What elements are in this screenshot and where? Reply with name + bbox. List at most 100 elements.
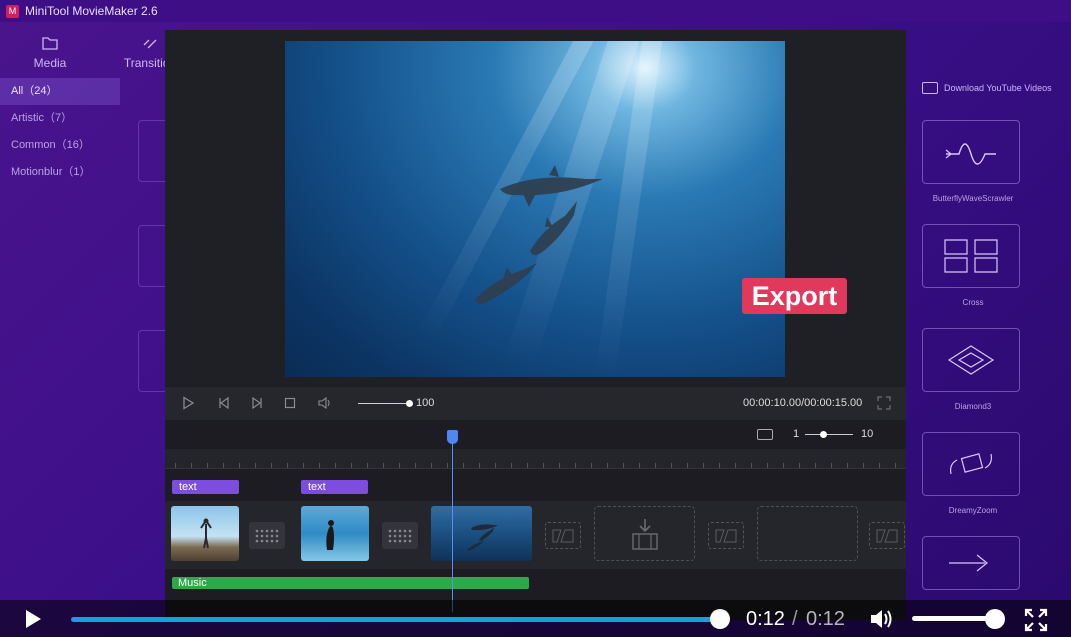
- category-all[interactable]: All（24）: [0, 78, 120, 105]
- stop-icon[interactable]: [283, 396, 297, 410]
- clip-placeholder[interactable]: [594, 506, 695, 561]
- ruler-tick: [703, 463, 704, 468]
- wave-icon: [945, 143, 996, 165]
- ruler-tick: [511, 463, 512, 468]
- ruler-tick: [495, 463, 496, 468]
- fullscreen-icon[interactable]: [877, 396, 891, 410]
- ruler-tick: [655, 463, 656, 468]
- seek-bar[interactable]: [71, 617, 720, 622]
- transition-thumb[interactable]: [138, 330, 168, 392]
- category-common[interactable]: Common（16）: [0, 132, 120, 159]
- ruler-tick: [431, 463, 432, 468]
- ruler-tick: [447, 463, 448, 468]
- next-frame-icon[interactable]: [250, 396, 264, 410]
- transition-card[interactable]: [922, 224, 1020, 288]
- grid-dots-icon: [255, 529, 279, 542]
- zoom-icon: [950, 453, 992, 475]
- ruler-tick: [687, 463, 688, 468]
- ruler-tick: [799, 463, 800, 468]
- transition-placeholder-icon: [552, 529, 574, 542]
- ruler-tick: [719, 463, 720, 468]
- transition-card[interactable]: [922, 328, 1020, 392]
- ruler-tick: [239, 463, 240, 468]
- video-player-bar: 0:12 / 0:12: [0, 600, 1071, 637]
- cross-icon: [944, 239, 998, 273]
- music-clip[interactable]: Music: [172, 577, 529, 589]
- ruler-tick: [527, 463, 528, 468]
- play-icon[interactable]: [22, 608, 44, 630]
- fullscreen-icon[interactable]: [1024, 608, 1048, 632]
- clip-placeholder[interactable]: [757, 506, 858, 561]
- prev-frame-icon[interactable]: [217, 396, 231, 410]
- seek-knob[interactable]: [710, 609, 730, 629]
- transition-thumb[interactable]: [138, 225, 168, 287]
- video-frame: Export 100 00:00:10.00/00:00:15.00 1 10 …: [165, 30, 906, 620]
- category-motionblur[interactable]: Motionblur（1）: [0, 159, 120, 186]
- transition-slot[interactable]: [382, 522, 418, 549]
- ruler-tick: [895, 463, 896, 468]
- app-title: MiniTool MovieMaker 2.6: [25, 4, 158, 18]
- transition-slot-empty[interactable]: [869, 522, 905, 549]
- zoom-max-label: 10: [861, 428, 874, 440]
- total-time: 0:12: [806, 608, 845, 630]
- time-separator: /: [792, 608, 798, 630]
- ruler-tick: [271, 463, 272, 468]
- volume-icon[interactable]: [318, 396, 332, 410]
- transition-label: Diamond3: [954, 402, 992, 411]
- grid-dots-icon: [388, 529, 412, 542]
- ruler-tick: [399, 463, 400, 468]
- ruler-tick: [175, 463, 176, 468]
- ruler-tick: [255, 463, 256, 468]
- volume-slider[interactable]: [912, 616, 995, 621]
- download-youtube-link[interactable]: Download YouTube Videos: [922, 82, 1052, 94]
- ruler-tick: [671, 463, 672, 468]
- text-track: text text: [165, 472, 906, 499]
- transition-placeholder-icon: [715, 529, 737, 542]
- ruler-tick: [575, 463, 576, 468]
- ruler-tick: [415, 463, 416, 468]
- playhead-handle[interactable]: [447, 430, 458, 444]
- ruler-tick: [335, 463, 336, 468]
- playhead-line[interactable]: [452, 436, 453, 612]
- ruler-tick: [463, 463, 464, 468]
- timeline-ruler[interactable]: [165, 449, 906, 469]
- transition-slot-empty[interactable]: [708, 522, 744, 549]
- ruler-tick: [559, 463, 560, 468]
- ruler-tick: [751, 463, 752, 468]
- zoom-slider-knob[interactable]: [820, 431, 827, 438]
- transition-card[interactable]: [922, 120, 1020, 184]
- ruler-tick: [287, 463, 288, 468]
- volume-slider-track[interactable]: [358, 403, 410, 404]
- nav-media[interactable]: Media: [0, 28, 100, 76]
- text-clip[interactable]: text: [301, 480, 368, 494]
- video-clip-dolphins[interactable]: [431, 506, 532, 561]
- transition-icon: [143, 39, 157, 49]
- ruler-tick: [543, 463, 544, 468]
- ruler-tick: [735, 463, 736, 468]
- ruler-tick: [639, 463, 640, 468]
- export-badge: Export: [742, 278, 847, 314]
- ruler-tick: [191, 463, 192, 468]
- volume-knob[interactable]: [985, 609, 1005, 629]
- video-clip-surfer[interactable]: [301, 506, 369, 561]
- volume-slider-knob[interactable]: [406, 400, 413, 407]
- play-icon[interactable]: [181, 396, 195, 410]
- category-artistic[interactable]: Artistic（7）: [0, 105, 120, 132]
- category-list: All（24） Artistic（7） Common（16） Motionblu…: [0, 78, 120, 186]
- fit-timeline-icon[interactable]: [757, 429, 773, 440]
- transition-thumb[interactable]: [138, 120, 168, 182]
- zoom-slider-track[interactable]: [805, 434, 853, 435]
- transition-card[interactable]: [922, 432, 1020, 496]
- text-clip[interactable]: text: [172, 480, 239, 494]
- transition-label: Cross: [962, 298, 984, 307]
- transition-slot-empty[interactable]: [545, 522, 581, 549]
- ruler-tick: [847, 463, 848, 468]
- timeline: 1 10 text text Music: [165, 422, 906, 620]
- ruler-tick: [479, 463, 480, 468]
- video-clip-girl-mountain[interactable]: [171, 506, 239, 561]
- volume-value: 100: [416, 397, 435, 409]
- preview-area: Export: [165, 30, 906, 385]
- volume-icon[interactable]: [869, 607, 895, 631]
- transition-card[interactable]: [922, 536, 1020, 590]
- transition-slot[interactable]: [249, 522, 285, 549]
